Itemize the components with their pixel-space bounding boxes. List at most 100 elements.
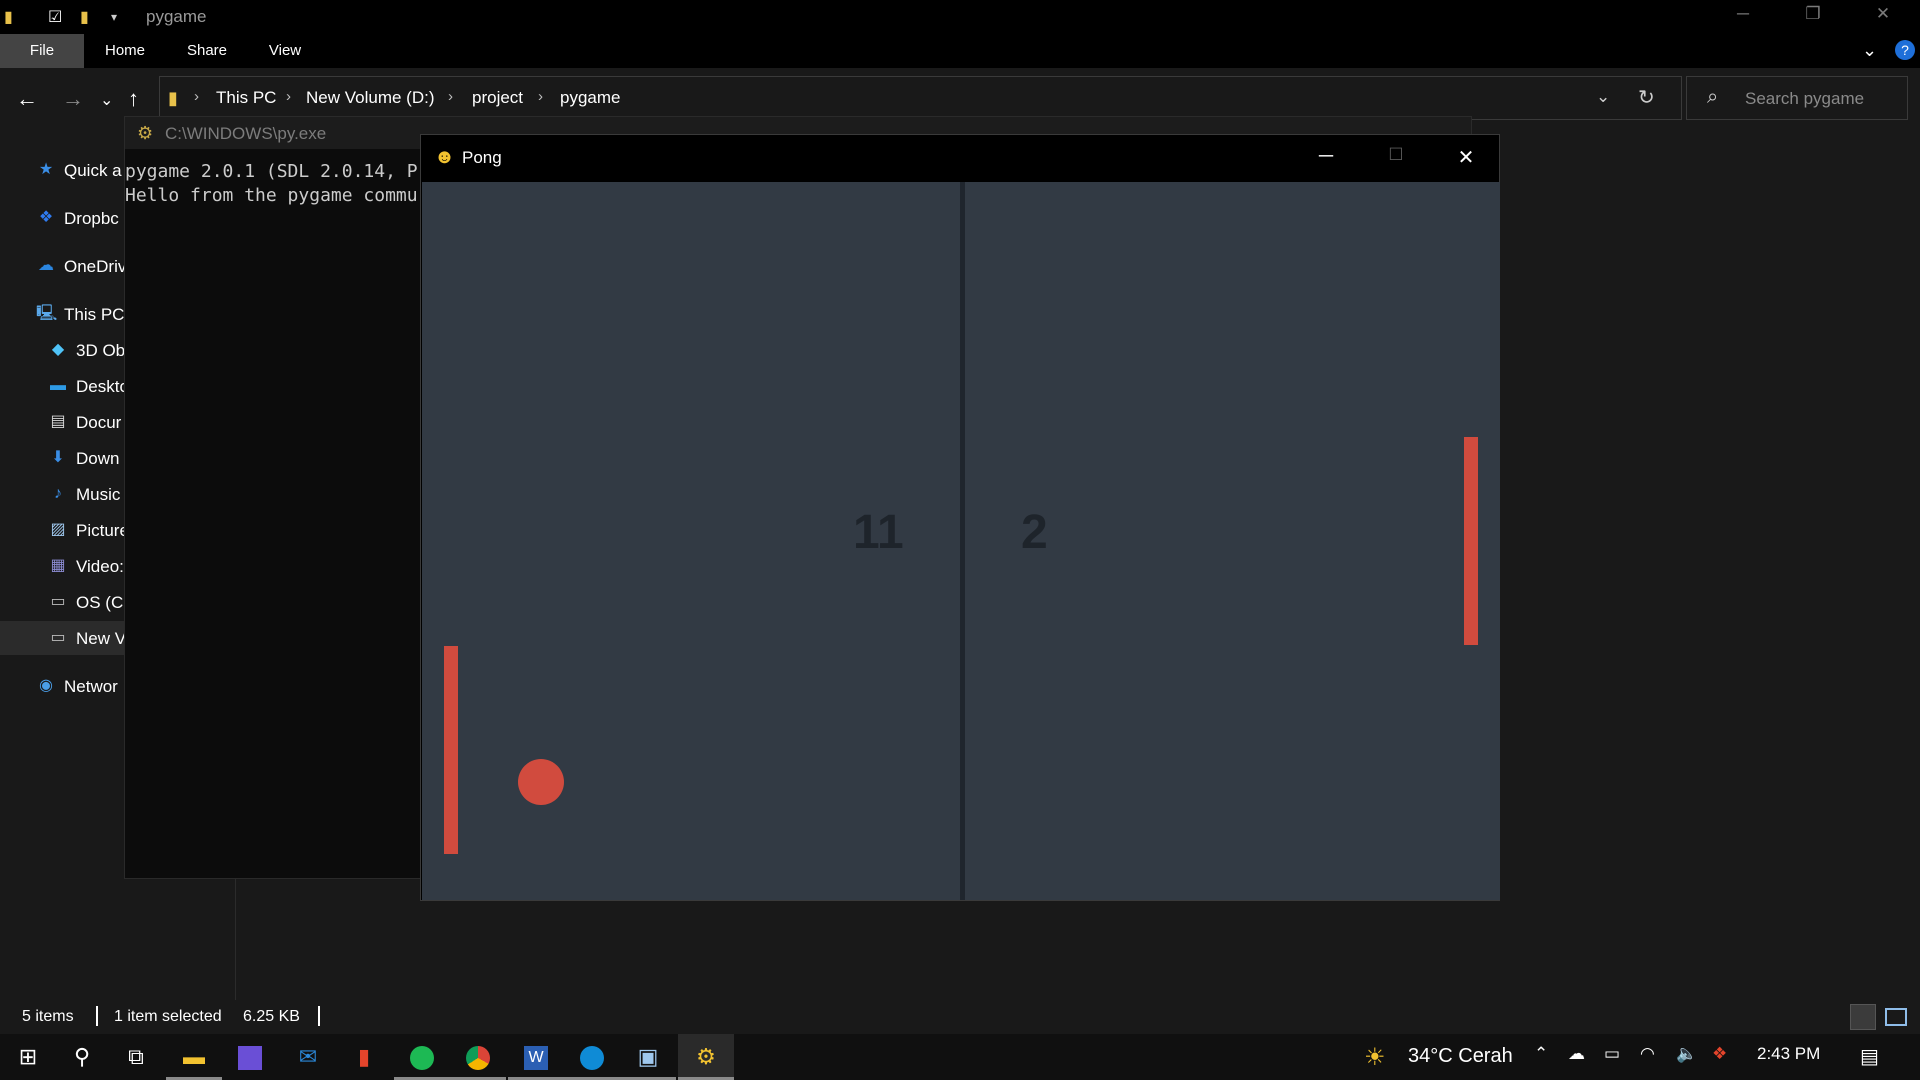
nav-item-label: OneDriv (64, 257, 127, 276)
photos-icon[interactable]: ▣ (620, 1034, 676, 1080)
search-box[interactable]: ⌕ Search pygame (1686, 76, 1908, 120)
console-line: Hello from the pygame commu (125, 185, 418, 206)
spotify-icon[interactable] (394, 1034, 450, 1080)
computer-icon: 🖳 (36, 305, 58, 322)
pong-title-bar: ☻ Pong ─ ☐ ✕ (421, 135, 1499, 182)
nav-item-label: 3D Ob (76, 341, 126, 360)
minimize-button[interactable]: ─ (1720, 4, 1766, 30)
videos-icon: ▦ (50, 557, 66, 574)
onedrive-icon: ☁ (38, 257, 54, 274)
address-dropdown-icon[interactable]: ⌄ (1596, 87, 1610, 107)
tab-share[interactable]: Share (176, 34, 238, 68)
drive-icon: ▭ (50, 629, 66, 646)
status-divider (318, 1006, 320, 1026)
downloads-icon: ⬇ (51, 449, 65, 466)
search-icon[interactable]: ⚲ (54, 1034, 110, 1080)
nav-item-label: Networ (64, 677, 118, 696)
taskbar: ⊞ ⚲ ⧉ ▬ ✉ ▮ W ▣ ⚙ ☀ 34°C Cerah ⌃ ☁ ▭ ◠ 🔈… (0, 1034, 1920, 1080)
selection-size: 6.25 KB (243, 1008, 300, 1025)
breadcrumb-this-pc[interactable]: This PC (216, 88, 276, 108)
large-icons-view-icon[interactable] (1885, 1008, 1907, 1026)
star-icon: ★ (38, 161, 54, 178)
tab-file[interactable]: File (0, 34, 84, 68)
console-line: pygame 2.0.1 (SDL 2.0.14, P (125, 161, 418, 182)
weather-icon[interactable]: ☀ (1364, 1043, 1386, 1072)
explorer-title-bar: ▮ ☑ ▮ ▾ pygame ─ ❐ ✕ (0, 0, 1920, 34)
ball (518, 759, 564, 805)
pong-court[interactable]: 11 2 (422, 182, 1500, 900)
word-icon[interactable]: W (508, 1034, 564, 1080)
left-paddle (444, 646, 458, 854)
desktop-icon: ▬ (50, 377, 66, 394)
file-explorer-icon[interactable]: ▬ (166, 1034, 222, 1080)
restore-button[interactable]: ❐ (1790, 4, 1836, 30)
clock[interactable]: 2:43 PM (1757, 1044, 1820, 1064)
forward-icon[interactable]: → (62, 86, 84, 112)
pong-window[interactable]: ☻ Pong ─ ☐ ✕ 11 2 (420, 134, 1500, 901)
python-icon[interactable]: ⚙ (678, 1034, 734, 1080)
nav-item-label: Quick a (64, 161, 122, 180)
3d-objects-icon: ◆ (51, 341, 65, 358)
address-bar[interactable]: ▮ › This PC › New Volume (D:) › project … (159, 76, 1682, 120)
nav-item-label: Down (76, 449, 120, 468)
weather-text[interactable]: 34°C Cerah (1408, 1045, 1513, 1068)
close-button[interactable]: ✕ (1443, 145, 1489, 171)
onedrive-tray-icon[interactable]: ☁ (1568, 1044, 1585, 1064)
score-right: 2 (1021, 506, 1048, 559)
ribbon: File Home Share View ⌄ ? (0, 34, 1920, 68)
search-placeholder: Search pygame (1745, 89, 1865, 108)
customize-toolbar-icon[interactable]: ▾ (111, 10, 117, 24)
battery-icon[interactable]: ▭ (1604, 1044, 1620, 1064)
breadcrumb-project[interactable]: project (472, 88, 523, 108)
edge-icon[interactable] (564, 1034, 620, 1080)
nav-item-label: Deskto (76, 377, 129, 396)
breadcrumb-separator[interactable]: › (194, 88, 199, 105)
volume-icon[interactable]: 🔈 (1676, 1044, 1697, 1064)
breadcrumb-pygame[interactable]: pygame (560, 88, 620, 108)
status-divider (96, 1006, 98, 1026)
breadcrumb-separator[interactable]: › (286, 88, 291, 105)
recent-locations-icon[interactable]: ⌄ (100, 90, 113, 110)
expand-ribbon-icon[interactable]: ⌄ (1862, 40, 1877, 61)
chrome-icon[interactable] (450, 1034, 506, 1080)
start-icon[interactable]: ⊞ (0, 1034, 56, 1080)
close-button[interactable]: ✕ (1860, 4, 1906, 30)
console-output: pygame 2.0.1 (SDL 2.0.14, P Hello from t… (125, 160, 418, 208)
minimize-button[interactable]: ─ (1303, 145, 1349, 171)
office-icon[interactable]: ▮ (336, 1034, 392, 1080)
documents-icon: ▤ (50, 413, 66, 430)
tab-view[interactable]: View (256, 34, 314, 68)
breadcrumb-separator[interactable]: › (538, 88, 543, 105)
new-folder-icon[interactable]: ▮ (80, 7, 89, 27)
visual-studio-icon[interactable] (222, 1034, 278, 1080)
app-tray-icon[interactable]: ❖ (1712, 1044, 1727, 1064)
breadcrumb-new-volume[interactable]: New Volume (D:) (306, 88, 434, 108)
score-left: 11 (853, 506, 904, 559)
breadcrumb-separator[interactable]: › (448, 88, 453, 105)
details-view-icon[interactable] (1850, 1004, 1876, 1030)
help-icon[interactable]: ? (1895, 40, 1915, 60)
tab-home[interactable]: Home (94, 34, 156, 68)
nav-item-label: This PC (64, 305, 125, 324)
mail-icon[interactable]: ✉ (280, 1034, 336, 1080)
show-hidden-icons-icon[interactable]: ⌃ (1534, 1044, 1548, 1064)
items-count: 5 items (22, 1008, 74, 1025)
nav-item-label: Docur (76, 413, 122, 432)
pong-title: Pong (462, 148, 502, 167)
folder-icon: ▮ (168, 88, 178, 108)
nav-item-label: Dropbc (64, 209, 119, 228)
refresh-icon[interactable]: ↻ (1638, 85, 1655, 110)
console-title: C:\WINDOWS\py.exe (165, 124, 327, 143)
back-icon[interactable]: ← (16, 86, 38, 112)
up-icon[interactable]: ↑ (128, 86, 139, 112)
network-icon: ◉ (39, 677, 53, 694)
nav-item-label: Music (76, 485, 121, 504)
nav-item-label: New V (76, 629, 127, 648)
task-view-icon[interactable]: ⧉ (108, 1034, 164, 1080)
properties-icon[interactable]: ☑ (48, 7, 62, 27)
wifi-icon[interactable]: ◠ (1640, 1044, 1655, 1064)
pictures-icon: ▨ (50, 521, 66, 538)
maximize-button[interactable]: ☐ (1373, 145, 1419, 171)
notifications-icon[interactable]: ▤ (1860, 1044, 1879, 1069)
right-paddle (1464, 437, 1478, 645)
